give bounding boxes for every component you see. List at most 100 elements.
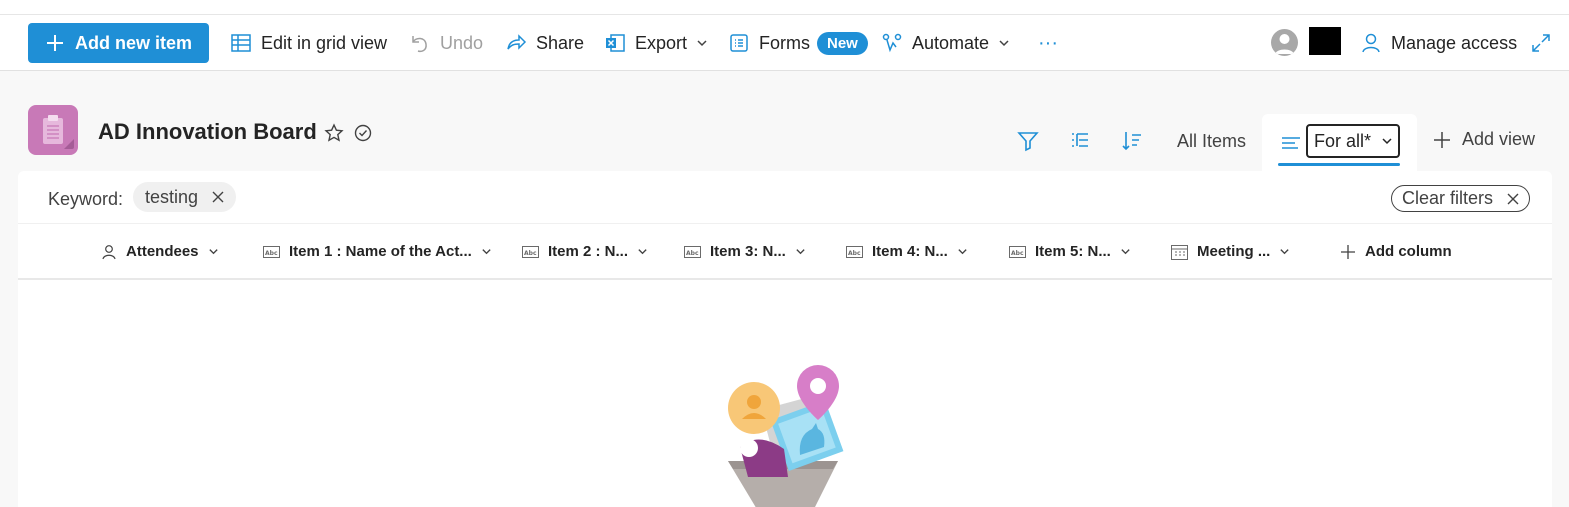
chevron-down-icon: [999, 40, 1009, 47]
share-label: Share: [536, 32, 585, 53]
svg-text:Abc: Abc: [1011, 250, 1024, 257]
filter-bar: Keyword: testing Clear filters: [18, 171, 1552, 224]
export-button[interactable]: Export: [604, 23, 708, 63]
column-header-meeting[interactable]: Meeting ...: [1171, 243, 1290, 260]
column-label: Item 1 : Name of the Act...: [289, 243, 472, 260]
command-bar: Add new item Edit in grid view Undo Shar…: [0, 15, 1569, 71]
automate-label: Automate: [912, 32, 990, 53]
more-label: ···: [1038, 31, 1058, 54]
avatar[interactable]: [1271, 29, 1298, 56]
keyword-chip[interactable]: testing: [133, 182, 237, 212]
column-label: Item 2 : N...: [548, 243, 629, 260]
column-label: Item 4: N...: [872, 243, 948, 260]
tab-for-all[interactable]: For all*: [1262, 114, 1417, 171]
chevron-down-icon: [482, 249, 491, 255]
view-all-items[interactable]: All Items: [1177, 131, 1246, 152]
column-label: Add column: [1365, 243, 1452, 260]
forms-icon: [730, 34, 748, 52]
redacted-box: [1309, 27, 1341, 55]
excel-icon: [606, 34, 625, 52]
text-field-icon: Abc: [522, 245, 539, 258]
column-header-item-4[interactable]: Abc Item 4: N...: [846, 243, 968, 260]
column-label: Item 3: N...: [710, 243, 786, 260]
undo-label: Undo: [440, 32, 484, 53]
plus-icon: [46, 35, 63, 51]
list-icon: [28, 105, 78, 155]
svg-text:Abc: Abc: [848, 250, 861, 257]
share-button[interactable]: Share: [505, 23, 584, 63]
top-strip: [0, 0, 1569, 15]
chevron-down-icon: [796, 249, 805, 255]
plus-icon: [1341, 244, 1355, 259]
svg-text:Abc: Abc: [265, 250, 278, 257]
keyword-label: Keyword:: [48, 189, 124, 209]
column-label: Item 5: N...: [1035, 243, 1111, 260]
column-header-item-1[interactable]: Abc Item 1 : Name of the Act...: [263, 243, 492, 260]
add-new-item-label: Add new item: [74, 32, 192, 53]
page-title: AD Innovation Board: [98, 119, 317, 144]
close-icon: [1507, 193, 1519, 204]
column-header-item-2[interactable]: Abc Item 2 : N...: [522, 243, 648, 260]
clipboard-icon: [43, 115, 74, 149]
keyword-chip-label: testing: [145, 186, 199, 207]
share-icon: [507, 34, 527, 50]
text-field-icon: Abc: [1009, 245, 1026, 258]
svg-text:Abc: Abc: [524, 250, 537, 257]
forms-label: Forms: [759, 32, 810, 53]
close-icon[interactable]: [212, 191, 224, 203]
undo-icon: [412, 36, 427, 53]
view-selector-label: For all*: [1314, 130, 1372, 151]
chevron-down-icon: [208, 249, 218, 255]
sort-icon[interactable]: [1120, 129, 1144, 153]
chevron-down-icon: [1382, 138, 1392, 145]
manage-access-label: Manage access: [1391, 32, 1518, 53]
plus-icon: [1434, 131, 1450, 148]
clear-filters-button[interactable]: Clear filters: [1391, 185, 1531, 212]
add-view-button[interactable]: Add view: [1432, 129, 1535, 150]
user-icon: [1275, 34, 1294, 54]
column-label: Attendees: [126, 243, 199, 260]
calendar-icon: [1171, 244, 1188, 260]
svg-text:Abc: Abc: [686, 250, 699, 257]
add-new-item-button[interactable]: Add new item: [28, 23, 209, 63]
active-tab-indicator: [1278, 163, 1400, 166]
forms-button[interactable]: Forms New: [728, 23, 868, 63]
group-by-icon[interactable]: [1068, 129, 1092, 153]
column-header-item-3[interactable]: Abc Item 3: N...: [684, 243, 806, 260]
chevron-down-icon: [1121, 249, 1130, 255]
list-panel: Keyword: testing Clear filters Attendees…: [18, 171, 1552, 507]
column-header-attendees[interactable]: Attendees: [101, 243, 219, 260]
column-header-item-5[interactable]: Abc Item 5: N...: [1009, 243, 1131, 260]
chevron-down-icon: [638, 249, 647, 255]
clear-filters-label: Clear filters: [1402, 188, 1494, 208]
person-icon: [1362, 33, 1380, 53]
automate-button[interactable]: Automate: [881, 23, 1010, 63]
text-field-icon: Abc: [684, 245, 701, 258]
expand-button[interactable]: [1530, 23, 1552, 63]
person-icon: [102, 244, 116, 259]
export-label: Export: [635, 32, 688, 53]
add-column-button[interactable]: Add column: [1340, 243, 1452, 260]
list-view-icon: [1282, 137, 1300, 149]
chevron-down-icon: [697, 40, 707, 47]
list-header: AD Innovation Board All Items For all* A…: [0, 71, 1569, 171]
manage-access-button[interactable]: Manage access: [1360, 23, 1517, 63]
text-field-icon: Abc: [846, 245, 863, 258]
check-circle-icon[interactable]: [353, 123, 373, 143]
new-badge: New: [817, 31, 868, 55]
column-label: Meeting ...: [1197, 243, 1271, 260]
undo-button[interactable]: Undo: [409, 23, 483, 63]
filter-icon[interactable]: [1016, 129, 1040, 153]
star-icon[interactable]: [324, 123, 344, 143]
edit-grid-label: Edit in grid view: [261, 32, 388, 53]
chevron-down-icon: [1280, 249, 1289, 255]
more-options-button[interactable]: ···: [1038, 23, 1058, 63]
text-field-icon: Abc: [263, 245, 280, 258]
add-view-label: Add view: [1462, 129, 1536, 149]
view-selector[interactable]: For all*: [1306, 124, 1400, 158]
automate-icon: [882, 33, 902, 53]
chevron-down-icon: [958, 249, 967, 255]
expand-icon: [1532, 34, 1550, 52]
edit-grid-view-button[interactable]: Edit in grid view: [230, 23, 387, 63]
grid-icon: [231, 34, 251, 52]
